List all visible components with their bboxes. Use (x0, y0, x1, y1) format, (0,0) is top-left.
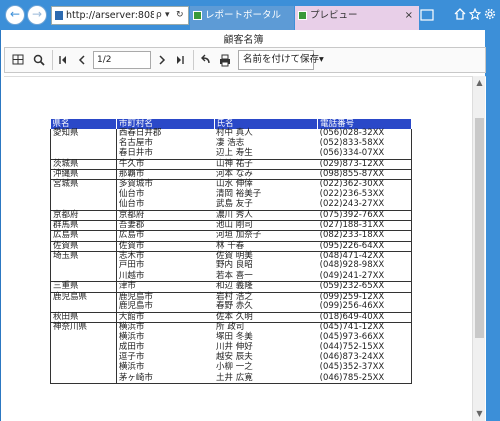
cell-prefecture (50, 332, 117, 343)
toolbar-separator (52, 50, 53, 70)
cell-prefecture: 広島県 (50, 231, 117, 242)
new-tab-icon[interactable] (420, 8, 434, 22)
cell-city: 佐賀市 (116, 241, 214, 252)
table-row: 三重県 津市 和辺 義隆 (059)232-65XX (50, 282, 412, 293)
tab-preview[interactable]: プレビュー × (295, 6, 419, 30)
thumbnails-icon[interactable] (11, 51, 25, 69)
settings-gear-icon[interactable] (484, 8, 496, 20)
cell-phone: (027)188-31XX (317, 221, 412, 232)
cell-phone: (018)649-40XX (317, 312, 412, 324)
address-text: http://arserver:8080/Defaul (66, 10, 154, 21)
cell-phone: (059)232-65XX (317, 282, 412, 293)
tab-label: レポートポータル (205, 10, 282, 21)
cell-city: 鹿児島市 (116, 302, 214, 313)
tab-report-portal[interactable]: レポートポータル (190, 6, 294, 30)
back-button[interactable]: ← (5, 5, 25, 25)
cell-prefecture (50, 353, 117, 364)
refresh-icon[interactable]: ↻ (176, 7, 184, 24)
cell-prefecture: 愛知県 (50, 128, 117, 140)
cell-phone: (056)334-07XX (317, 149, 412, 161)
customer-table: 県名 市町村名 氏名 電話番号 愛知県 西春日井郡 村中 真人 (056)028-32… (50, 119, 412, 385)
back-arrow-icon[interactable] (198, 51, 212, 69)
cell-phone: (082)233-18XX (317, 231, 412, 242)
cell-name: 林 千春 (214, 241, 318, 252)
table-row: 横浜市 小柳 一之 (045)352-37XX (50, 362, 412, 374)
cell-phone: (075)392-76XX (317, 210, 412, 222)
report-viewer: 県名 市町村名 氏名 電話番号 愛知県 西春日井郡 村中 真人 (056)028-32… (4, 76, 486, 421)
address-bar[interactable]: http://arserver:8080/Defaul ρ ▾ ↻ (51, 6, 189, 25)
cell-phone: (046)785-25XX (317, 373, 412, 385)
cell-prefecture: 三重県 (50, 282, 117, 293)
favorites-icon[interactable] (469, 8, 481, 20)
scrollbar-thumb[interactable] (475, 118, 484, 338)
home-icon[interactable] (454, 8, 466, 20)
forward-button[interactable]: → (27, 5, 47, 25)
cell-prefecture (50, 190, 117, 201)
cell-phone: (095)226-64XX (317, 241, 412, 252)
cell-phone: (029)873-12XX (317, 159, 412, 171)
cell-prefecture (50, 373, 117, 385)
cell-city: 仙台市 (116, 200, 214, 212)
cell-phone: (099)256-46XX (317, 302, 412, 313)
cell-prefecture (50, 342, 117, 354)
report-toolbar: 1/2 名前を付けて保存▾ (4, 47, 486, 73)
cell-city: 茅ヶ崎市 (116, 373, 214, 385)
page-number-input[interactable]: 1/2 (93, 51, 151, 69)
cell-prefecture: 神奈川県 (50, 322, 117, 333)
next-page-icon[interactable] (155, 51, 169, 69)
cell-phone: (022)243-27XX (317, 200, 412, 212)
search-icon[interactable] (32, 51, 46, 69)
save-as-button[interactable]: 名前を付けて保存▾ (238, 50, 324, 70)
cell-city: 広島市 (116, 231, 214, 242)
favicon-icon (298, 11, 307, 20)
cell-phone: (045)352-37XX (317, 363, 412, 374)
cell-city: 津市 (116, 282, 214, 293)
cell-phone: (098)855-87XX (317, 170, 412, 181)
toolbar-separator (193, 50, 194, 70)
cell-prefecture: 佐賀県 (50, 241, 117, 252)
cell-prefecture (50, 200, 117, 212)
cell-prefecture: 宮城県 (50, 180, 117, 191)
cell-prefecture (50, 139, 117, 150)
cell-prefecture (50, 302, 117, 313)
cell-prefecture: 鹿児島県 (50, 292, 117, 303)
page-icon (55, 11, 63, 20)
tab-label: プレビュー (310, 10, 358, 21)
table-row: 佐賀県 佐賀市林 千春 (095)226-64XX (50, 241, 412, 252)
cell-name: 小柳 一之 (216, 362, 253, 373)
favicon-icon (193, 11, 202, 20)
cell-name: 武島 友子 (214, 200, 318, 212)
close-tab-icon[interactable]: × (405, 6, 413, 26)
cell-prefecture (50, 363, 117, 374)
previous-page-icon[interactable] (75, 51, 89, 69)
cell-phone: (049)241-27XX (317, 271, 412, 283)
table-row: 広島県 広島市 河垣 加奈子 (082)233-18XX (50, 231, 412, 242)
table-row: 茅ヶ崎市 土井 広寛 (046)785-25XX (50, 373, 412, 385)
scroll-down-icon[interactable]: ▼ (473, 407, 486, 421)
cell-name: 春野 赤久 (214, 302, 318, 313)
browser-chrome: ← → http://arserver:8080/Defaul ρ ▾ ↻ レポ… (0, 0, 500, 30)
first-page-icon[interactable] (56, 51, 70, 69)
report-title: 顧客名簿 (223, 35, 264, 46)
table-row: 仙台市 武島 友子 (022)243-27XX (50, 200, 412, 212)
page-content: 顧客名簿 1/2 名前を付けて保存▾ 県名 市町村名 氏名 電話番号 愛知県 西春… (0, 30, 486, 421)
cell-name: 河垣 加奈子 (214, 231, 318, 242)
cell-name: 和辺 義隆 (214, 282, 318, 293)
vertical-scrollbar[interactable]: ▲ ▼ (472, 76, 485, 421)
cell-name: 土井 広寛 (214, 373, 318, 385)
cell-prefecture (50, 261, 117, 272)
scroll-up-icon[interactable]: ▲ (473, 76, 486, 90)
cell-city: 横浜市 (118, 362, 145, 373)
last-page-icon[interactable] (173, 51, 187, 69)
search-icon[interactable]: ρ (156, 7, 162, 24)
print-icon[interactable] (218, 51, 232, 69)
cell-prefecture: 埼玉県 (50, 251, 117, 262)
table-row: 鹿児島市 春野 赤久 (099)256-46XX (50, 302, 412, 313)
dropdown-icon[interactable]: ▾ (165, 7, 170, 24)
